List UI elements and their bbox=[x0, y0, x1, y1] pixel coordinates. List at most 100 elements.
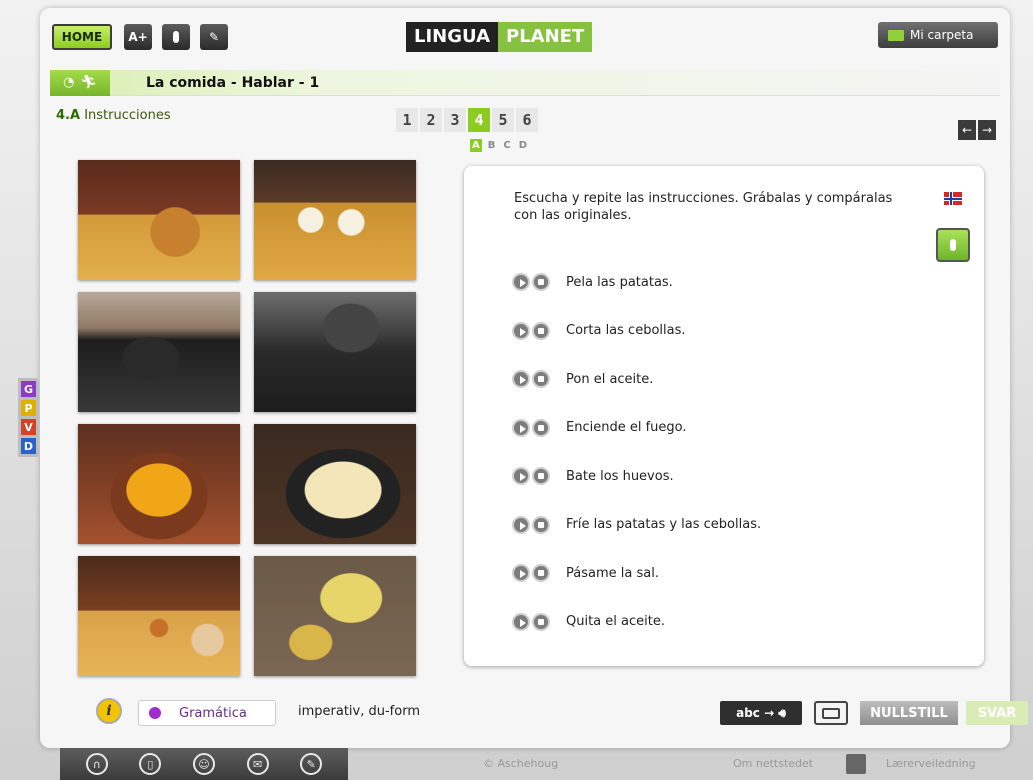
clock-icon: ◔ bbox=[63, 75, 75, 90]
section-title: Instrucciones bbox=[84, 108, 171, 123]
phrase-text: Corta las cebollas. bbox=[566, 323, 686, 339]
record-play-icon[interactable] bbox=[532, 321, 550, 340]
footer-toolbar: ∩ ▯ ☺ ✉ ✎ bbox=[60, 748, 348, 780]
page-2[interactable]: 2 bbox=[420, 108, 442, 132]
pen-icon[interactable]: ✎ bbox=[300, 753, 323, 775]
logo-lingua: LINGUA bbox=[406, 22, 498, 52]
play-icon[interactable] bbox=[512, 370, 530, 389]
pencil-button[interactable]: ✎ bbox=[200, 24, 228, 50]
play-icon[interactable] bbox=[512, 273, 530, 292]
grammar-label: Gramática bbox=[179, 705, 247, 721]
home-button[interactable]: HOME bbox=[52, 24, 112, 50]
lingua-planet-logo: LINGUA PLANET bbox=[406, 22, 593, 52]
section-heading: 4.A Instrucciones bbox=[56, 108, 171, 123]
photo-grid bbox=[78, 160, 416, 676]
play-icon[interactable] bbox=[512, 418, 530, 437]
photo-peeling-potatoes bbox=[78, 160, 240, 280]
lesson-type-icons: ◔ 🏃︎ bbox=[50, 69, 110, 96]
speaker-icon: 🔊︎ bbox=[778, 705, 786, 720]
main-window: HOME A+ ✎ LINGUA PLANET Mi carpeta ◔ 🏃︎ … bbox=[40, 8, 1028, 748]
record-play-icon[interactable] bbox=[532, 515, 550, 534]
play-icon[interactable] bbox=[512, 467, 530, 486]
my-folder-button[interactable]: Mi carpeta bbox=[878, 22, 998, 48]
photo-passing-salt bbox=[78, 556, 240, 676]
list-item: Enciende el fuego. bbox=[512, 404, 761, 453]
phrase-text: Pásame la sal. bbox=[566, 565, 659, 581]
record-play-icon[interactable] bbox=[532, 273, 550, 292]
phrase-text: Quita el aceite. bbox=[566, 614, 665, 630]
subpage-navigator: A B C D bbox=[470, 139, 529, 152]
microphone-button[interactable] bbox=[162, 24, 190, 50]
norwegian-flag-icon[interactable] bbox=[944, 192, 962, 205]
grammar-dot-icon bbox=[149, 707, 161, 719]
record-play-icon[interactable] bbox=[532, 418, 550, 437]
side-tabs: G P V D bbox=[18, 378, 39, 457]
subpage-a[interactable]: A bbox=[470, 139, 482, 152]
tab-pronunciation[interactable]: P bbox=[21, 400, 36, 416]
fullscreen-icon bbox=[822, 707, 840, 719]
record-play-icon[interactable] bbox=[532, 564, 550, 583]
grammar-button[interactable]: Gramática bbox=[138, 700, 276, 726]
microphone-icon bbox=[950, 239, 956, 251]
about-link[interactable]: Om nettstedet bbox=[733, 757, 813, 770]
photo-cutting-onions bbox=[254, 160, 416, 280]
play-icon[interactable] bbox=[512, 564, 530, 583]
exercise-panel: Escucha y repite las instrucciones. Gráb… bbox=[464, 166, 984, 666]
abc-label: abc bbox=[736, 706, 760, 720]
list-item: Pon el aceite. bbox=[512, 355, 761, 404]
grammar-info: imperativ, du-form bbox=[298, 704, 420, 719]
smiley-icon[interactable]: ☺ bbox=[192, 753, 215, 775]
phrase-text: Pela las patatas. bbox=[566, 274, 673, 290]
phrase-text: Fríe las patatas y las cebollas. bbox=[566, 517, 762, 533]
reset-button[interactable]: NULLSTILL bbox=[860, 701, 958, 725]
microphone-icon bbox=[173, 31, 179, 43]
phrase-text: Pon el aceite. bbox=[566, 371, 654, 387]
lesson-title: La comida - Hablar - 1 bbox=[146, 74, 320, 91]
subpage-c[interactable]: C bbox=[501, 139, 512, 152]
previous-arrow-icon[interactable]: ← bbox=[958, 120, 976, 140]
teacher-icon[interactable] bbox=[846, 754, 866, 774]
page-6[interactable]: 6 bbox=[516, 108, 538, 132]
top-bar: HOME A+ ✎ LINGUA PLANET Mi carpeta bbox=[40, 8, 1010, 68]
play-icon[interactable] bbox=[512, 321, 530, 340]
copyright-text: © Aschehoug bbox=[483, 757, 559, 770]
chat-icon[interactable]: ✉ bbox=[246, 753, 269, 775]
my-folder-label: Mi carpeta bbox=[910, 28, 974, 42]
book-icon[interactable]: ▯ bbox=[139, 753, 162, 775]
play-icon[interactable] bbox=[512, 612, 530, 631]
record-play-icon[interactable] bbox=[532, 612, 550, 631]
subpage-d[interactable]: D bbox=[517, 139, 529, 152]
page-4[interactable]: 4 bbox=[468, 108, 490, 132]
next-arrow-icon[interactable]: → bbox=[978, 120, 996, 140]
page-3[interactable]: 3 bbox=[444, 108, 466, 132]
prev-next-arrows: ← → bbox=[958, 120, 996, 140]
list-item: Quita el aceite. bbox=[512, 598, 761, 647]
phrase-text: Enciende el fuego. bbox=[566, 420, 687, 436]
lesson-title-bar: ◔ 🏃︎ La comida - Hablar - 1 bbox=[50, 69, 1000, 96]
teacher-guide-link[interactable]: Lærerveiledning bbox=[886, 757, 976, 770]
tab-grammar[interactable]: G bbox=[21, 381, 36, 397]
page-5[interactable]: 5 bbox=[492, 108, 514, 132]
phrase-text: Bate los huevos. bbox=[566, 468, 674, 484]
info-icon[interactable]: i bbox=[96, 698, 122, 724]
photo-frying-pan bbox=[254, 424, 416, 544]
record-play-icon[interactable] bbox=[532, 370, 550, 389]
photo-draining-oil bbox=[254, 556, 416, 676]
subpage-b[interactable]: B bbox=[486, 139, 498, 152]
record-play-icon[interactable] bbox=[532, 467, 550, 486]
pencil-icon: ✎ bbox=[208, 30, 220, 44]
fullscreen-button[interactable] bbox=[814, 701, 848, 725]
answer-button[interactable]: SVAR bbox=[966, 701, 1028, 725]
text-size-button[interactable]: A+ bbox=[124, 24, 152, 50]
section-number: 4.A bbox=[56, 108, 81, 123]
list-item: Fríe las patatas y las cebollas. bbox=[512, 501, 761, 550]
headphones-icon[interactable]: ∩ bbox=[85, 753, 108, 775]
tab-dictionary[interactable]: D bbox=[21, 438, 36, 454]
runner-icon: 🏃︎ bbox=[80, 75, 97, 90]
text-to-speech-button[interactable]: abc → 🔊︎ bbox=[720, 701, 802, 725]
tab-vocabulary[interactable]: V bbox=[21, 419, 36, 435]
record-button[interactable] bbox=[936, 228, 970, 262]
play-icon[interactable] bbox=[512, 515, 530, 534]
page-1[interactable]: 1 bbox=[396, 108, 418, 132]
footer: ∩ ▯ ☺ ✉ ✎ © Aschehoug Om nettstedet Lære… bbox=[60, 748, 1010, 780]
